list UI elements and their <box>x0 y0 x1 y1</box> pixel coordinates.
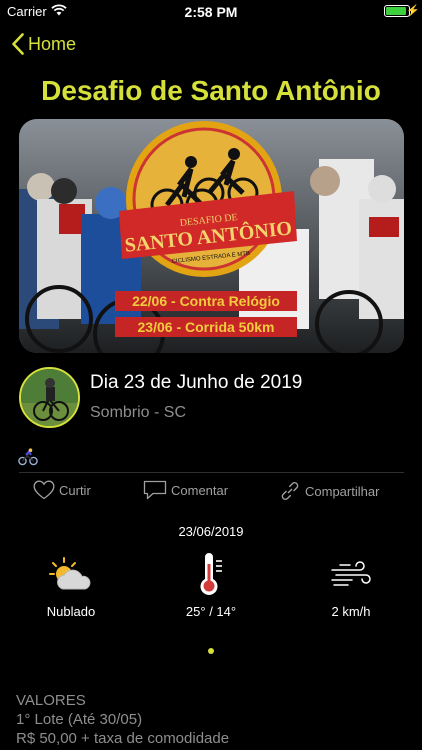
back-label: Home <box>28 33 77 54</box>
thermometer-icon <box>200 553 222 595</box>
event-title: Desafio de Santo Antônio <box>41 75 381 106</box>
weather-condition: Nublado <box>16 552 126 619</box>
event-date: Dia 23 de Junho de 2019 <box>90 372 303 393</box>
like-button[interactable]: Curtir <box>33 480 91 500</box>
chevron-left-icon <box>12 33 24 55</box>
weather-condition-label: Nublado <box>46 604 96 619</box>
prices-section: VALORES 1° Lote (Até 30/05) R$ 50,00 + t… <box>16 691 229 748</box>
event-location: Sombrio - SC <box>90 404 187 421</box>
comment-button[interactable]: Comentar <box>143 480 228 500</box>
prices-lot-1: 1° Lote (Até 30/05) <box>16 711 143 728</box>
charging-icon: ⚡ <box>406 5 420 17</box>
weather-date: 23/06/2019 <box>178 524 244 539</box>
event-avatar[interactable] <box>19 367 80 428</box>
link-icon <box>281 482 299 500</box>
share-label: Compartilhar <box>305 483 380 499</box>
banner-schedule-1: 22/06 - Contra Relógio <box>132 293 280 309</box>
event-info: Dia 23 de Junho de 2019 Sombrio - SC <box>19 367 404 429</box>
status-bar: Carrier 2:58 PM ⚡ <box>0 0 422 22</box>
prices-heading: VALORES <box>16 692 86 709</box>
divider <box>19 472 404 473</box>
prices-lot-1-price: R$ 50,00 + taxa de comodidade <box>16 730 230 747</box>
wind-icon <box>331 561 371 586</box>
page-indicator-dot[interactable] <box>208 648 214 654</box>
partly-cloudy-icon <box>49 557 91 590</box>
back-button[interactable]: Home <box>12 31 76 57</box>
like-label: Curtir <box>59 482 91 498</box>
cyclist-icon <box>18 448 38 466</box>
share-button[interactable]: Compartilhar <box>279 480 379 502</box>
weather-wind-label: 2 km/h <box>331 604 371 619</box>
weather-temperature-label: 25° / 14° <box>185 604 237 619</box>
comment-label: Comentar <box>171 482 229 498</box>
clock: 2:58 PM <box>184 4 238 20</box>
event-banner-image: DESAFIO DE SANTO ANTÔNIO CICLISMO ESTRAD… <box>19 119 404 353</box>
comment-icon <box>143 480 167 500</box>
banner-schedule-2: 23/06 - Corrida 50km <box>138 319 275 335</box>
weather-wind: 2 km/h <box>296 552 406 619</box>
weather-temperature: 25° / 14° <box>156 552 266 619</box>
heart-icon <box>33 480 55 500</box>
action-bar: Curtir Comentar Compartilhar <box>0 480 422 506</box>
